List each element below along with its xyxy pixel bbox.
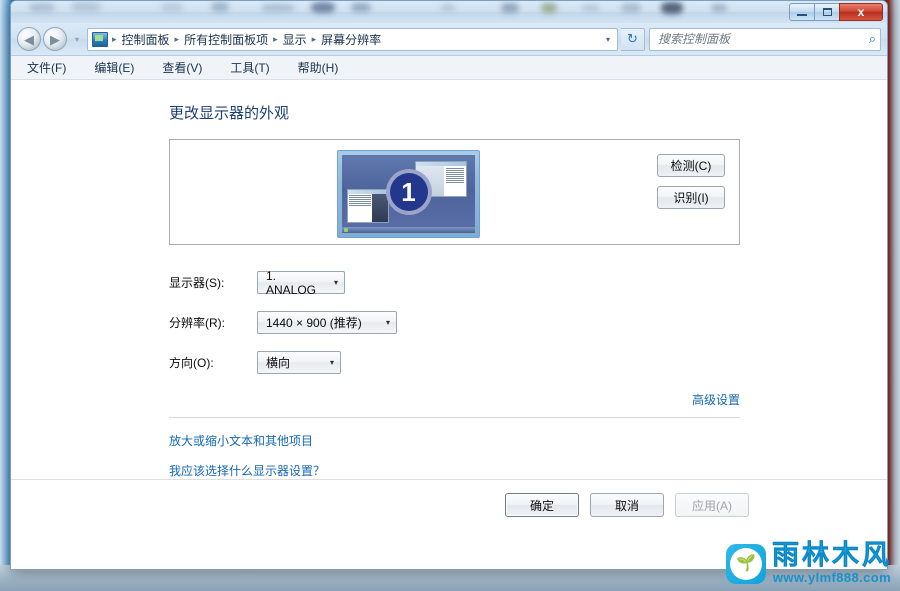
which-display-settings-link[interactable]: 我应该选择什么显示器设置？ bbox=[169, 462, 887, 479]
close-button[interactable]: x bbox=[839, 2, 883, 21]
menu-item-help[interactable]: 帮助(H) bbox=[296, 57, 341, 78]
orientation-field-row: 方向(O): 横向 ▾ bbox=[169, 351, 887, 374]
back-icon: ◀ bbox=[24, 31, 34, 47]
titlebar-glass bbox=[11, 1, 887, 23]
breadcrumb-separator-1: ▸ bbox=[174, 33, 180, 44]
address-bar[interactable]: ▸ 控制面板 ▸ 所有控制面板项 ▸ 显示 ▸ 屏幕分辨率 ▾ bbox=[87, 27, 618, 51]
orientation-select[interactable]: 横向 ▾ bbox=[257, 351, 341, 374]
breadcrumb-item-1[interactable]: 所有控制面板项 bbox=[181, 30, 271, 49]
monitor-number-badge: 1 bbox=[385, 169, 432, 216]
back-button[interactable]: ◀ bbox=[17, 27, 41, 51]
menu-item-view[interactable]: 查看(V) bbox=[160, 57, 204, 78]
detect-button[interactable]: 检测(C) bbox=[657, 154, 725, 177]
resolution-label: 分辨率(R): bbox=[169, 316, 225, 330]
breadcrumb-separator-0: ▸ bbox=[112, 33, 117, 44]
watermark: 🌱 雨林木风 www.ylmf888.com bbox=[726, 540, 892, 585]
search-box[interactable]: ⌕ bbox=[649, 27, 881, 51]
orientation-label: 方向(O): bbox=[169, 356, 214, 370]
display-select-value: 1. ANALOG bbox=[266, 268, 317, 297]
maximize-button[interactable] bbox=[814, 2, 840, 21]
control-panel-icon bbox=[92, 31, 108, 47]
search-input[interactable] bbox=[658, 32, 869, 46]
chevron-down-icon: ▾ bbox=[333, 278, 338, 287]
monitor-thumbnail[interactable]: 1 bbox=[337, 150, 480, 238]
menu-item-edit[interactable]: 编辑(E) bbox=[92, 57, 136, 78]
recent-pages-button[interactable]: ▾ bbox=[71, 35, 83, 44]
menu-item-file[interactable]: 文件(F) bbox=[25, 57, 68, 78]
chevron-down-icon: ▾ bbox=[74, 34, 79, 44]
orientation-select-value: 横向 bbox=[266, 356, 291, 370]
page-title: 更改显示器的外观 bbox=[169, 105, 290, 122]
window-controls: x bbox=[789, 2, 883, 21]
breadcrumb-item-3[interactable]: 屏幕分辨率 bbox=[318, 30, 384, 49]
resize-text-link[interactable]: 放大或缩小文本和其他项目 bbox=[169, 432, 887, 449]
ok-button[interactable]: 确定 bbox=[505, 493, 579, 517]
advanced-settings-row: 高级设置 bbox=[169, 391, 740, 408]
control-panel-window: x ◀ ▶ ▾ ▸ 控制面板 ▸ 所有控制面板项 ▸ 显示 ▸ 屏幕分辨率 ▾ … bbox=[10, 0, 888, 570]
resolution-select-value: 1440 × 900 (推荐) bbox=[266, 316, 362, 330]
menu-bar: 文件(F) 编辑(E) 查看(V) 工具(T) 帮助(H) bbox=[11, 56, 887, 80]
cancel-button[interactable]: 取消 bbox=[590, 493, 664, 517]
section-divider bbox=[169, 417, 740, 418]
refresh-button[interactable]: ↻ bbox=[621, 27, 645, 51]
watermark-text: 雨林木风 www.ylmf888.com bbox=[772, 540, 892, 585]
maximize-icon bbox=[822, 7, 832, 16]
identify-button[interactable]: 识别(I) bbox=[657, 186, 725, 209]
help-links: 放大或缩小文本和其他项目 我应该选择什么显示器设置？ bbox=[169, 432, 887, 479]
navigation-bar: ◀ ▶ ▾ ▸ 控制面板 ▸ 所有控制面板项 ▸ 显示 ▸ 屏幕分辨率 ▾ ↻ bbox=[11, 23, 887, 56]
resolution-field-row: 分辨率(R): 1440 × 900 (推荐) ▾ bbox=[169, 311, 887, 334]
watermark-logo-icon: 🌱 bbox=[726, 543, 766, 584]
minimize-button[interactable] bbox=[789, 2, 815, 21]
advanced-settings-link[interactable]: 高级设置 bbox=[692, 393, 740, 407]
chevron-down-icon: ▾ bbox=[385, 318, 390, 327]
forward-icon: ▶ bbox=[50, 31, 60, 47]
close-icon: x bbox=[857, 4, 865, 19]
preview-actions: 检测(C) 识别(I) bbox=[657, 154, 725, 209]
preview-taskbar bbox=[342, 227, 475, 233]
breadcrumb-separator-2: ▸ bbox=[273, 33, 278, 44]
monitor-screen: 1 bbox=[342, 155, 475, 233]
watermark-url: www.ylmf888.com bbox=[772, 570, 892, 585]
content-area: 更改显示器的外观 1 检测(C) 识别(I) 显示器(S): 1. ANALOG… bbox=[11, 80, 887, 569]
display-select[interactable]: 1. ANALOG ▾ bbox=[257, 268, 345, 297]
breadcrumb: ▸ 控制面板 ▸ 所有控制面板项 ▸ 显示 ▸ 屏幕分辨率 bbox=[108, 30, 601, 49]
display-field-row: 显示器(S): 1. ANALOG ▾ bbox=[169, 268, 887, 297]
monitor-preview-panel: 1 检测(C) 识别(I) bbox=[169, 139, 740, 245]
watermark-brand: 雨林木风 bbox=[772, 540, 892, 570]
apply-button[interactable]: 应用(A) bbox=[675, 493, 749, 517]
search-icon: ⌕ bbox=[868, 31, 876, 46]
breadcrumb-item-0[interactable]: 控制面板 bbox=[119, 30, 173, 49]
display-label: 显示器(S): bbox=[169, 276, 225, 290]
sprout-icon: 🌱 bbox=[736, 554, 756, 572]
dialog-button-group: 确定 取消 应用(A) bbox=[505, 493, 749, 517]
refresh-icon: ↻ bbox=[627, 31, 638, 46]
chevron-down-icon: ▾ bbox=[329, 358, 334, 367]
resolution-select[interactable]: 1440 × 900 (推荐) ▾ bbox=[257, 311, 397, 334]
menu-item-tools[interactable]: 工具(T) bbox=[228, 57, 271, 78]
breadcrumb-separator-3: ▸ bbox=[311, 33, 317, 44]
window-thumbnail-b bbox=[347, 189, 389, 223]
address-dropdown-icon[interactable]: ▾ bbox=[601, 35, 615, 44]
minimize-icon bbox=[797, 13, 807, 16]
window-titlebar[interactable]: x bbox=[11, 1, 887, 23]
breadcrumb-item-2[interactable]: 显示 bbox=[280, 30, 310, 49]
forward-button[interactable]: ▶ bbox=[43, 27, 67, 51]
